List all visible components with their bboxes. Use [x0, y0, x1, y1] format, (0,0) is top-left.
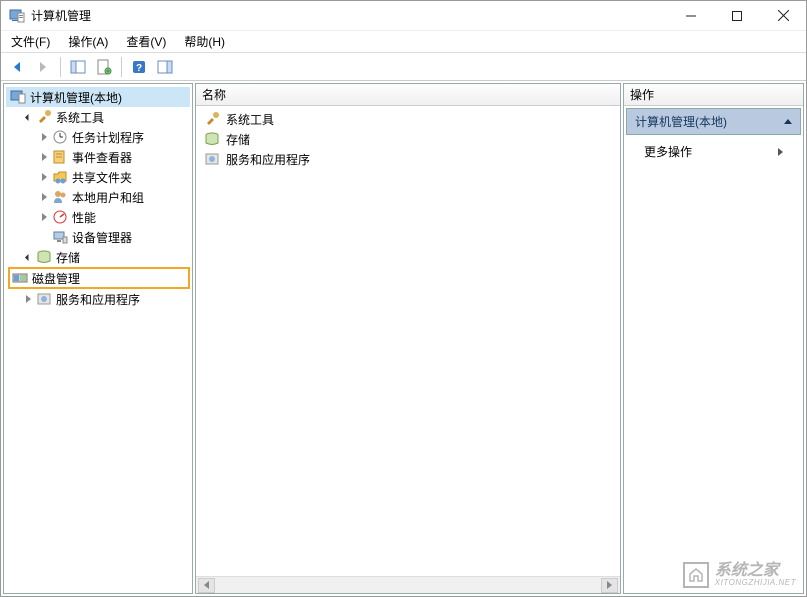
- horizontal-scrollbar[interactable]: [196, 576, 620, 593]
- tree-label: 存储: [56, 249, 80, 266]
- show-action-pane-button[interactable]: [153, 56, 177, 78]
- tree-system-tools[interactable]: 系统工具: [6, 107, 190, 127]
- action-more[interactable]: 更多操作: [624, 137, 803, 166]
- close-button[interactable]: [760, 1, 806, 30]
- window-controls: [668, 1, 806, 30]
- disk-icon: [12, 270, 28, 286]
- tree-label: 计算机管理(本地): [30, 89, 122, 106]
- chevron-right-icon: [778, 148, 783, 156]
- list-column-header[interactable]: 名称: [196, 84, 620, 106]
- expand-toggle[interactable]: [38, 131, 50, 143]
- event-log-icon: [52, 149, 68, 165]
- svg-text:?: ?: [136, 63, 142, 74]
- tree-shared-folders[interactable]: 共享文件夹: [6, 167, 190, 187]
- tree-pane: 计算机管理(本地) 系统工具 任务计划程序: [3, 83, 193, 594]
- expand-toggle[interactable]: [38, 211, 50, 223]
- actions-context-label: 计算机管理(本地): [635, 113, 727, 130]
- storage-icon: [204, 131, 220, 147]
- list-item[interactable]: 系统工具: [198, 109, 618, 129]
- scroll-right-button[interactable]: [601, 578, 618, 593]
- menu-help[interactable]: 帮助(H): [180, 31, 229, 52]
- tree-performance[interactable]: 性能: [6, 207, 190, 227]
- tree-label: 设备管理器: [72, 229, 132, 246]
- performance-icon: [52, 209, 68, 225]
- tree-label: 任务计划程序: [72, 129, 144, 146]
- shared-folder-icon: [52, 169, 68, 185]
- title-bar: 计算机管理: [1, 1, 806, 31]
- list-item[interactable]: 存储: [198, 129, 618, 149]
- actions-body: 计算机管理(本地) 更多操作: [624, 106, 803, 593]
- actions-header: 操作: [624, 84, 803, 106]
- action-more-label: 更多操作: [644, 143, 692, 160]
- column-name: 名称: [202, 86, 226, 103]
- list-item-label: 系统工具: [226, 111, 274, 128]
- tree-root[interactable]: 计算机管理(本地): [6, 87, 190, 107]
- list-item-label: 服务和应用程序: [226, 151, 310, 168]
- tree-storage[interactable]: 存储: [6, 247, 190, 267]
- tree-label: 系统工具: [56, 109, 104, 126]
- list-pane: 名称 系统工具 存储 服务和应用程序: [195, 83, 621, 594]
- menu-bar: 文件(F) 操作(A) 查看(V) 帮助(H): [1, 31, 806, 53]
- maximize-button[interactable]: [714, 1, 760, 30]
- tools-icon: [204, 111, 220, 127]
- scroll-left-button[interactable]: [198, 578, 215, 593]
- services-icon: [204, 151, 220, 167]
- help-button[interactable]: ?: [127, 56, 151, 78]
- expand-toggle[interactable]: [22, 293, 34, 305]
- list-item-label: 存储: [226, 131, 250, 148]
- main-area: 计算机管理(本地) 系统工具 任务计划程序: [1, 81, 806, 596]
- actions-header-label: 操作: [630, 86, 654, 103]
- tree-disk-management[interactable]: 磁盘管理: [8, 267, 190, 289]
- forward-button[interactable]: [31, 56, 55, 78]
- toolbar-separator: [121, 57, 122, 77]
- clock-icon: [52, 129, 68, 145]
- properties-button[interactable]: [92, 56, 116, 78]
- tree-local-users[interactable]: 本地用户和组: [6, 187, 190, 207]
- tree-label: 磁盘管理: [32, 270, 80, 287]
- tree-device-manager[interactable]: 设备管理器: [6, 227, 190, 247]
- expand-toggle[interactable]: [22, 251, 34, 263]
- toolbar: ?: [1, 53, 806, 81]
- services-icon: [36, 291, 52, 307]
- menu-action[interactable]: 操作(A): [64, 31, 112, 52]
- tree-label: 本地用户和组: [72, 189, 144, 206]
- users-icon: [52, 189, 68, 205]
- back-button[interactable]: [5, 56, 29, 78]
- list-item[interactable]: 服务和应用程序: [198, 149, 618, 169]
- menu-view[interactable]: 查看(V): [122, 31, 170, 52]
- actions-pane: 操作 计算机管理(本地) 更多操作: [623, 83, 804, 594]
- expand-toggle[interactable]: [38, 171, 50, 183]
- list-body: 系统工具 存储 服务和应用程序: [196, 106, 620, 576]
- tools-icon: [36, 109, 52, 125]
- menu-file[interactable]: 文件(F): [7, 31, 54, 52]
- tree-body: 计算机管理(本地) 系统工具 任务计划程序: [4, 84, 192, 593]
- computer-management-icon: [10, 89, 26, 105]
- tree-label: 事件查看器: [72, 149, 132, 166]
- minimize-button[interactable]: [668, 1, 714, 30]
- expand-toggle[interactable]: [38, 151, 50, 163]
- expand-toggle[interactable]: [22, 111, 34, 123]
- device-icon: [52, 229, 68, 245]
- expand-spacer: [38, 231, 50, 243]
- actions-context[interactable]: 计算机管理(本地): [626, 108, 801, 135]
- window-title: 计算机管理: [31, 7, 668, 24]
- tree-label: 性能: [72, 209, 96, 226]
- tree-label: 共享文件夹: [72, 169, 132, 186]
- collapse-icon: [784, 119, 792, 124]
- tree-services-apps[interactable]: 服务和应用程序: [6, 289, 190, 309]
- toolbar-separator: [60, 57, 61, 77]
- show-hide-tree-button[interactable]: [66, 56, 90, 78]
- storage-icon: [36, 249, 52, 265]
- app-icon: [9, 8, 25, 24]
- tree-label: 服务和应用程序: [56, 291, 140, 308]
- expand-toggle[interactable]: [38, 191, 50, 203]
- tree-event-viewer[interactable]: 事件查看器: [6, 147, 190, 167]
- tree-task-scheduler[interactable]: 任务计划程序: [6, 127, 190, 147]
